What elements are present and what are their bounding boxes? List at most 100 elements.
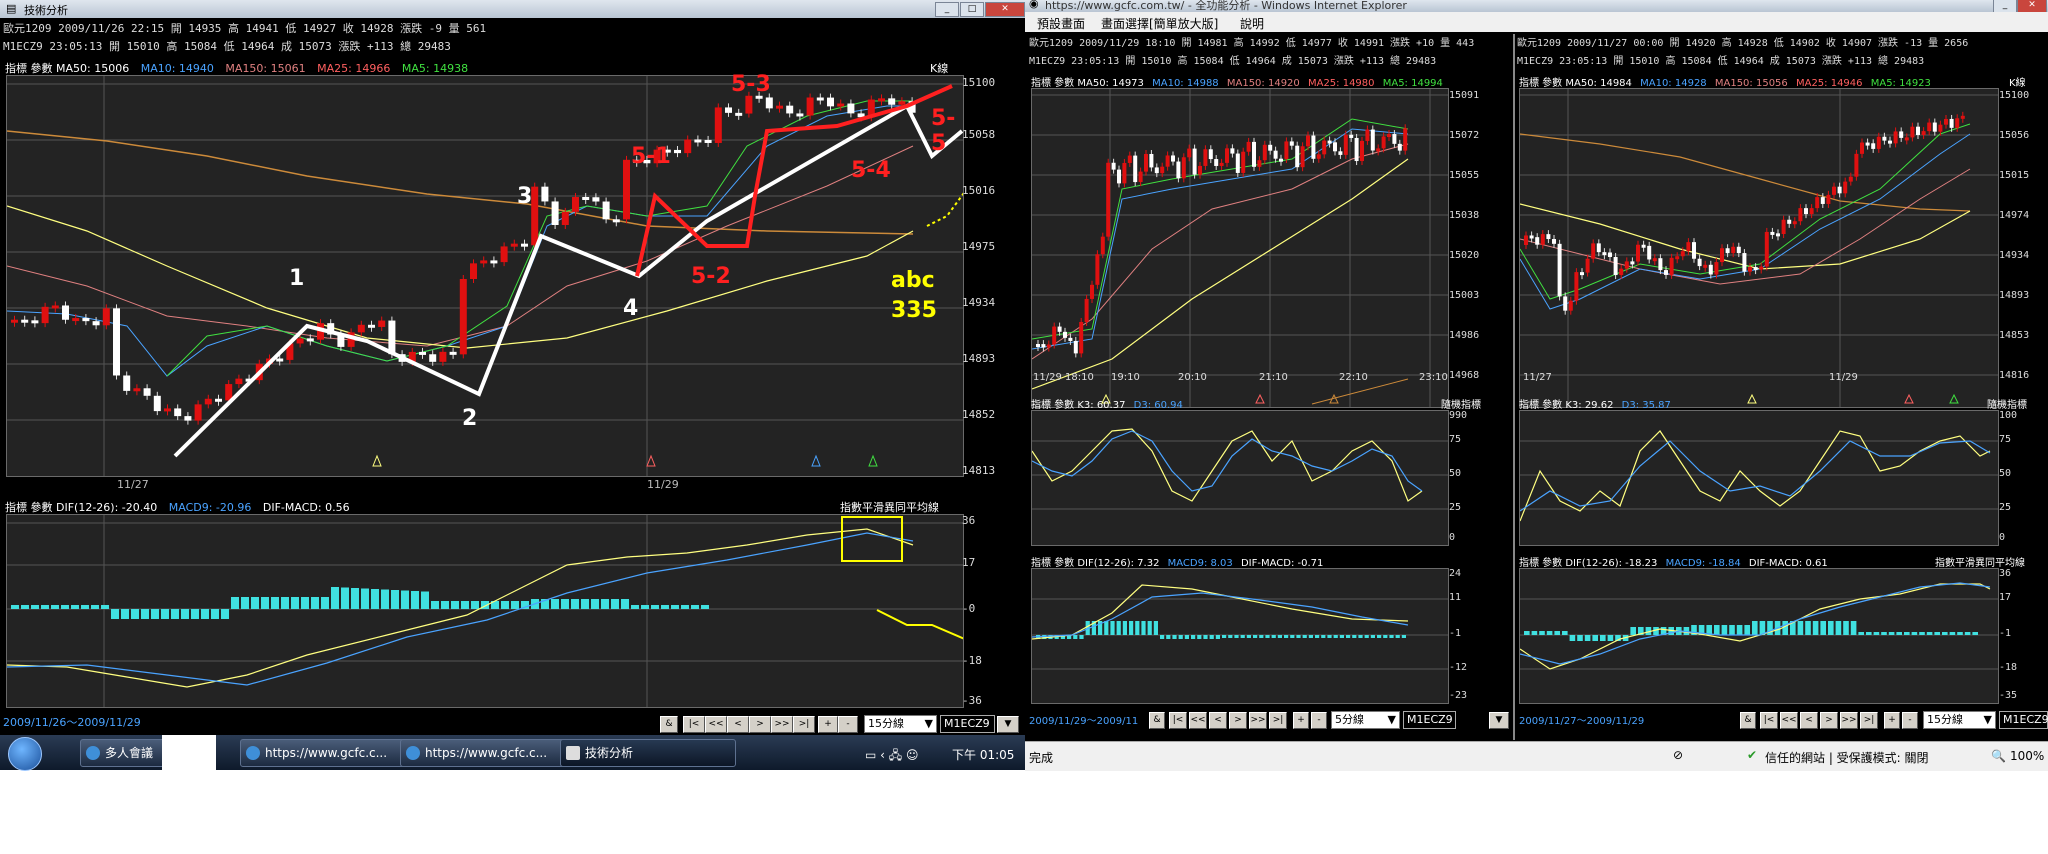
- maximize-button[interactable]: □: [960, 2, 984, 17]
- candle: [419, 351, 426, 355]
- indicator-menu[interactable]: 指標 參數 MA50: 15006: [5, 62, 129, 75]
- mid-nav-last[interactable]: >|: [1269, 712, 1287, 729]
- right-nav-next[interactable]: >: [1820, 712, 1838, 729]
- macd-bar: [1607, 635, 1614, 641]
- nav-last[interactable]: >|: [793, 716, 815, 733]
- macd-bar: [1122, 621, 1127, 635]
- left-price-panel[interactable]: 1 2 3 4 5-1 5-2 5-3 5-4 5-5 abc 335 11/2…: [6, 72, 964, 491]
- right-nav-last[interactable]: >|: [1860, 712, 1878, 729]
- menu-view-select[interactable]: 畫面選擇[簡單放大版]: [1101, 15, 1218, 32]
- candle: [72, 318, 80, 322]
- mid-nav-prev-page[interactable]: <<: [1189, 712, 1207, 729]
- right-symbol-input[interactable]: M1ECZ9: [1999, 711, 2048, 729]
- right-price-panel[interactable]: [1519, 88, 1999, 408]
- candle: [1322, 140, 1327, 155]
- taskbar-item[interactable]: https://www.gcfc.c...: [400, 739, 576, 767]
- zoom-icon[interactable]: 🔍: [1991, 749, 2006, 763]
- minimize-button[interactable]: _: [935, 2, 959, 17]
- mid-symbol-dropdown-icon[interactable]: ▼: [1489, 712, 1509, 729]
- candle: [184, 416, 192, 421]
- mid-kd-label: 指標 參數 K3: 60.37 D3: 60.94: [1031, 396, 1183, 411]
- mid-macd-panel[interactable]: [1031, 568, 1449, 704]
- y-tick: 17: [1999, 592, 2012, 603]
- right-nav-prev-page[interactable]: <<: [1780, 712, 1798, 729]
- check-icon: ✔: [1747, 748, 1758, 762]
- right-macd-panel[interactable]: [1519, 568, 1999, 704]
- zoom-out-button[interactable]: -: [838, 716, 858, 733]
- left-macd-panel[interactable]: [6, 514, 964, 708]
- right-zoom-out[interactable]: -: [1902, 712, 1918, 729]
- ie-close-button[interactable]: ✕: [2017, 0, 2047, 12]
- macd-bar: [1866, 632, 1872, 635]
- tray-icons[interactable]: ▭ ‹ 🖧 ☺: [865, 746, 918, 767]
- ma10-value: MA10: 14940: [140, 62, 214, 75]
- mid-interval-select[interactable]: 5分線 ▼: [1331, 711, 1400, 729]
- nav-prev[interactable]: <: [727, 716, 749, 733]
- mid-kd-panel[interactable]: [1031, 410, 1449, 546]
- mid-nav-prev[interactable]: <: [1209, 712, 1227, 729]
- start-button-icon[interactable]: [8, 737, 42, 771]
- close-button[interactable]: ✕: [985, 2, 1025, 17]
- right-zoom-in[interactable]: +: [1884, 712, 1900, 729]
- trust-zone-text[interactable]: 信任的網站 | 受保護模式: 關閉: [1765, 749, 1929, 766]
- candle: [1546, 234, 1551, 240]
- macd-bar: [271, 597, 279, 609]
- candle: [102, 308, 110, 326]
- zoom-in-button[interactable]: +: [818, 716, 838, 733]
- y-tick: 15100: [962, 76, 996, 89]
- taskbar-item[interactable]: https://www.gcfc.c...: [240, 739, 416, 767]
- mid-nav-amp[interactable]: &: [1149, 712, 1165, 729]
- mid-zoom-in[interactable]: +: [1293, 712, 1309, 729]
- candle: [1955, 118, 1960, 128]
- y-tick: 14974: [1999, 210, 2030, 221]
- mid-zoom-out[interactable]: -: [1311, 712, 1327, 729]
- mid-nav-next[interactable]: >: [1229, 712, 1247, 729]
- nav-next[interactable]: >: [749, 716, 771, 733]
- candle: [368, 324, 375, 328]
- right-nav-next-page[interactable]: >>: [1840, 712, 1858, 729]
- menu-default-view[interactable]: 預設畫面: [1037, 15, 1085, 32]
- candle: [521, 243, 528, 247]
- mid-nav-next-page[interactable]: >>: [1249, 712, 1267, 729]
- candle: [1854, 153, 1859, 177]
- nav-amp[interactable]: &: [660, 716, 678, 733]
- macd-indicator-menu[interactable]: 指標 參數 DIF(12-26): -20.40: [5, 501, 157, 514]
- candle: [1848, 176, 1853, 182]
- nav-first[interactable]: |<: [683, 716, 705, 733]
- x-tick-1129: 11/29: [647, 478, 679, 491]
- candle: [1798, 208, 1803, 222]
- candle: [1636, 244, 1640, 262]
- right-nav-amp[interactable]: &: [1740, 712, 1756, 729]
- macd-bar: [1377, 635, 1382, 638]
- candle: [31, 320, 39, 324]
- right-price-yaxis: 15100 15056 15015 14974 14934 14893 1485…: [1999, 90, 2048, 408]
- candle: [1306, 135, 1310, 147]
- quote-line-1: 歐元1209 2009/11/26 22:15 開 14935 高 14941 …: [3, 22, 487, 35]
- symbol-input[interactable]: M1ECZ9: [940, 715, 995, 733]
- y-tick: 14986: [1449, 330, 1480, 341]
- nav-next-page[interactable]: >>: [771, 716, 793, 733]
- right-nav-first[interactable]: |<: [1760, 712, 1778, 729]
- privacy-icon[interactable]: ⊘: [1673, 748, 1683, 762]
- interval-select[interactable]: 15分線 ▼: [864, 715, 937, 733]
- ie-minimize-button[interactable]: _: [1993, 0, 2017, 12]
- symbol-dropdown-icon[interactable]: ▼: [997, 716, 1019, 733]
- candle: [480, 260, 488, 264]
- right-kd-panel[interactable]: [1519, 410, 1999, 546]
- right-interval-select[interactable]: 15分線 ▼: [1923, 711, 1996, 729]
- mid-nav-first[interactable]: |<: [1169, 712, 1187, 729]
- macd-bar: [1873, 632, 1880, 635]
- taskbar-item-active[interactable]: 技術分析: [560, 739, 736, 767]
- candle: [1370, 129, 1375, 151]
- tray-clock[interactable]: 下午 01:05: [952, 746, 1014, 763]
- mid-symbol-input[interactable]: M1ECZ9: [1403, 711, 1456, 729]
- left-price-yaxis: 15100 15058 15016 14975 14934 14893 1485…: [962, 76, 1022, 477]
- candle: [1235, 153, 1240, 173]
- right-nav-prev[interactable]: <: [1800, 712, 1818, 729]
- wave-label-4: 4: [623, 296, 639, 321]
- menu-help[interactable]: 說明: [1240, 15, 1264, 32]
- nav-prev-page[interactable]: <<: [705, 716, 727, 733]
- macd-bar: [1197, 635, 1202, 639]
- mid-price-panel[interactable]: [1031, 88, 1449, 408]
- zoom-level[interactable]: 100%: [2010, 749, 2044, 763]
